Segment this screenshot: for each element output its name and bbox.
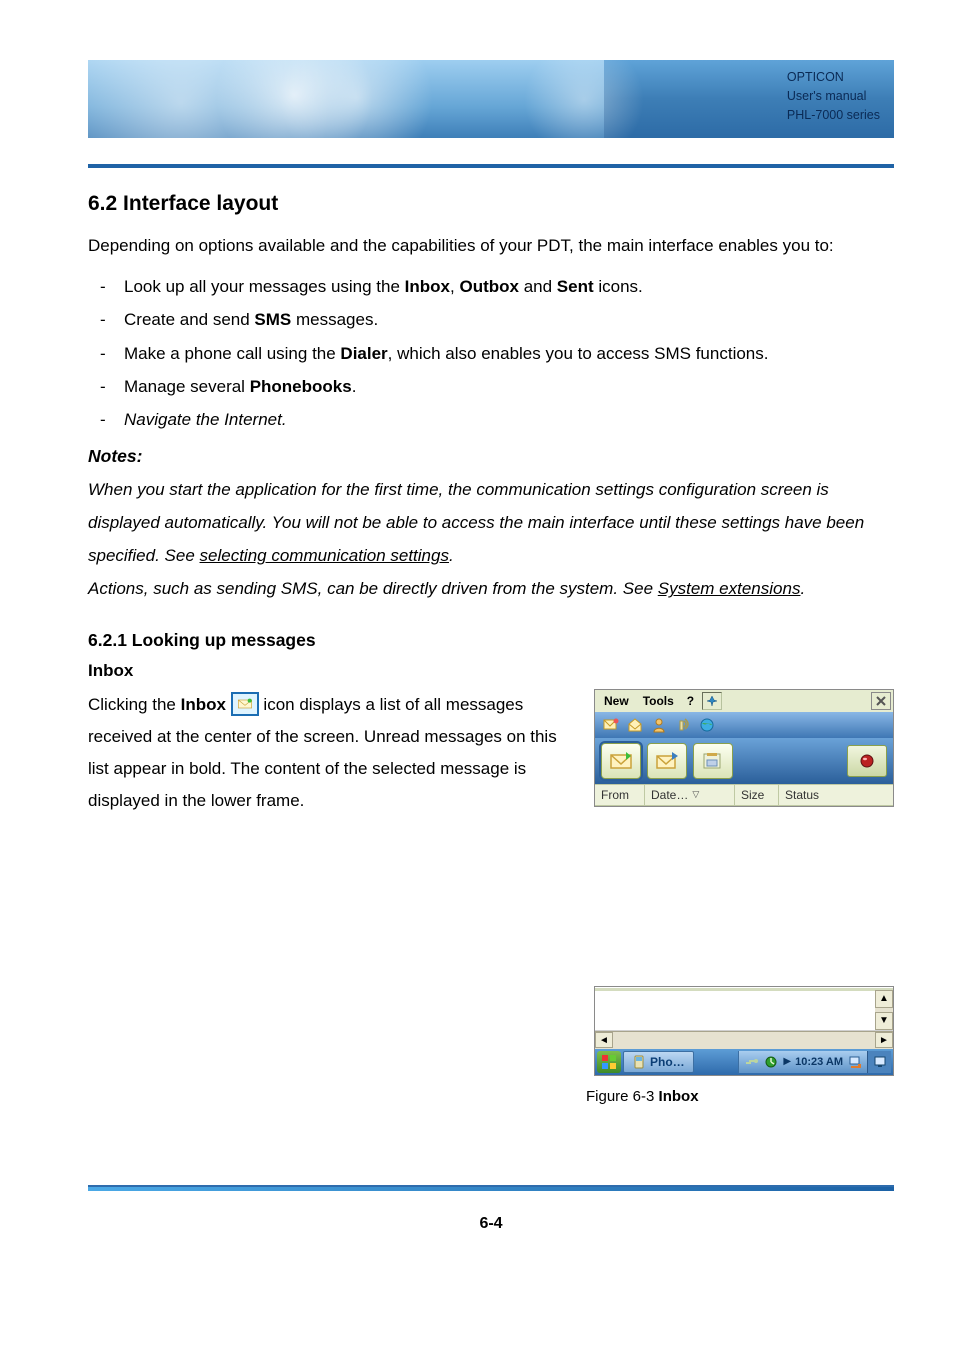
close-icon[interactable] [871,692,891,710]
feature-item-1: Look up all your messages using the Inbo… [124,270,894,303]
show-desktop-button[interactable] [867,1051,891,1073]
text: and [519,277,557,296]
taskbar-app-label: Pho… [650,1055,685,1069]
clock: 10:23 AM [795,1056,843,1068]
banner-line2: User's manual [787,87,880,106]
start-button[interactable] [597,1051,621,1073]
globe-icon[interactable] [697,715,717,735]
header-banner: OPTICON User's manual PHL-7000 series [88,60,894,138]
dialer-word: Dialer [340,344,387,363]
screen-icon [847,1054,863,1070]
text: Figure 6-3 [586,1088,659,1105]
text: Navigate the Internet. [124,410,287,429]
feature-item-3: Make a phone call using the Dialer, whic… [124,337,894,370]
note-paragraph-1: When you start the application for the f… [88,473,894,572]
pin-icon[interactable] [702,692,722,710]
toolbar-large [595,738,893,784]
sort-desc-icon: ▽ [692,789,699,800]
inbox-word: Inbox [405,277,450,296]
taskbar-app-button[interactable]: Pho… [623,1051,694,1073]
text: Actions, such as sending SMS, can be dir… [88,579,658,598]
sent-word: Sent [557,277,594,296]
content-pane: ▲ ▼ [595,987,893,1031]
col-date-label: Date… [651,788,688,802]
feature-list: Look up all your messages using the Inbo… [88,270,894,436]
record-button[interactable] [847,745,887,777]
col-from[interactable]: From [595,785,645,805]
taskbar: Pho… ▶ 10:23 AM [595,1049,893,1075]
col-date[interactable]: Date… ▽ [645,785,735,805]
text: Look up all your messages using the [124,277,405,296]
signal-icon[interactable] [673,715,693,735]
text: Create and send [124,310,254,329]
text: Make a phone call using the [124,344,340,363]
col-size[interactable]: Size [735,785,779,805]
subsection-title: 6.2.1 Looking up messages [88,630,894,651]
sms-word: SMS [254,310,291,329]
banner-art [88,60,604,138]
banner-underline [88,164,894,168]
inbox-heading: Inbox [88,661,894,681]
inbox-word: Inbox [181,695,226,714]
text: Clicking the [88,695,181,714]
lower-frame-window: ▲ ▼ ◄ ► Pho… ▶ 10:23 AM [594,986,894,1076]
toolbar-small [595,712,893,738]
link-system-extensions[interactable]: System extensions [658,579,801,598]
text: , which also enables you to access SMS f… [388,344,769,363]
page-number: 6-4 [88,1215,894,1233]
mail-open-icon[interactable] [625,715,645,735]
section-title: 6.2 Interface layout [88,192,894,216]
contact-icon[interactable] [649,715,669,735]
feature-item-5: Navigate the Internet. [124,403,894,436]
outbox-button[interactable] [647,743,687,779]
connection-icon [743,1054,759,1070]
phone-tools-window: New Tools ? [594,689,894,807]
inbox-paragraph: Clicking the Inbox icon displays a list … [88,689,582,818]
scroll-up-icon[interactable]: ▲ [875,990,893,1008]
menu-tools[interactable]: Tools [636,692,681,710]
notes-heading: Notes: [88,446,894,467]
figure-caption: Figure 6-3 Inbox [88,1088,894,1105]
note-paragraph-2: Actions, such as sending SMS, can be dir… [88,572,894,605]
footer-divider [88,1185,894,1197]
horizontal-scrollbar[interactable]: ◄ ► [595,1031,893,1049]
figure-caption-bold: Inbox [659,1088,699,1105]
banner-line3: PHL-7000 series [787,106,880,125]
intro-paragraph: Depending on options available and the c… [88,230,894,262]
scroll-right-icon[interactable]: ► [875,1032,893,1048]
outbox-word: Outbox [459,277,519,296]
menu-new[interactable]: New [597,692,636,710]
text: icons. [594,277,643,296]
col-status[interactable]: Status [779,785,835,805]
phonebooks-word: Phonebooks [250,377,352,396]
sent-button[interactable] [693,743,733,779]
table-header: From Date… ▽ Size Status [595,784,893,806]
text: Manage several [124,377,250,396]
scroll-down-icon[interactable]: ▼ [875,1012,893,1030]
text: . [800,579,805,598]
feature-item-2: Create and send SMS messages. [124,303,894,336]
splitter[interactable] [595,988,893,991]
system-tray[interactable]: ▶ 10:23 AM [738,1051,867,1073]
vertical-scrollbar[interactable]: ▲ ▼ [875,990,893,1030]
new-mail-icon[interactable] [601,715,621,735]
scroll-left-icon[interactable]: ◄ [595,1032,613,1048]
menubar: New Tools ? [595,690,893,712]
banner-text: OPTICON User's manual PHL-7000 series [787,68,880,124]
text: . [352,377,357,396]
status-icon [763,1054,779,1070]
text: . [449,546,454,565]
feature-item-4: Manage several Phonebooks. [124,370,894,403]
text: messages. [291,310,378,329]
inbox-icon [231,692,259,716]
inbox-button[interactable] [601,743,641,779]
phone-icon [632,1055,646,1069]
tray-arrow-icon: ▶ [783,1056,791,1067]
link-selecting-settings[interactable]: selecting communication settings [200,546,449,565]
banner-line1: OPTICON [787,68,880,87]
menu-help[interactable]: ? [681,692,700,710]
